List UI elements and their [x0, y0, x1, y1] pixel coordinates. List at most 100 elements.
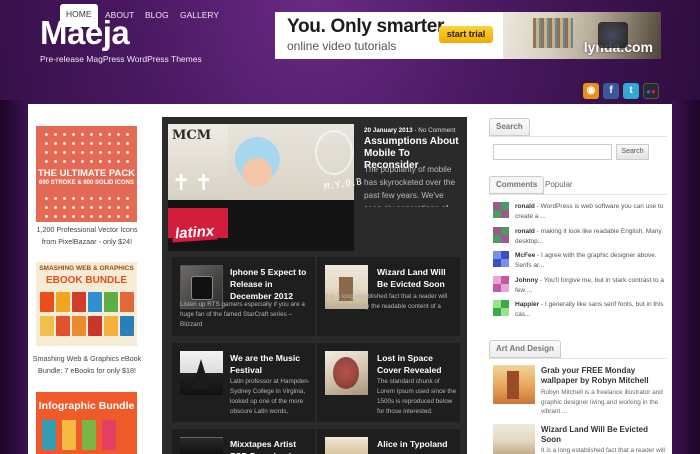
post-excerpt: It is a long established fact that a rea… — [325, 293, 448, 310]
featured-image-decoration — [315, 130, 353, 175]
site-tagline: Pre-release MagPress WordPress Themes — [40, 54, 202, 64]
comment-text: - making it look like readable English. … — [515, 228, 662, 245]
icon-pack-ad[interactable]: THE ULTIMATE PACK 600 STROKE & 600 SOLID… — [36, 126, 137, 222]
book-cover — [88, 316, 102, 336]
search-input[interactable] — [493, 144, 612, 160]
flickr-icon[interactable]: ●● — [643, 83, 659, 99]
comment-author[interactable]: ronald — [515, 228, 535, 235]
post-title[interactable]: Wizard Land Will Be Evicted Soon — [377, 266, 452, 290]
avatar — [493, 227, 509, 243]
comment-author[interactable]: Johnny — [515, 277, 538, 284]
comment-text: - I agree with the graphic designer abov… — [515, 252, 657, 269]
tab-popular[interactable]: Popular — [545, 180, 573, 189]
post-title[interactable]: We are the Music Festival — [230, 352, 310, 376]
comment-author[interactable]: McFee — [515, 252, 535, 259]
rss-icon[interactable]: ◉ — [583, 83, 599, 99]
book-cover — [104, 316, 118, 336]
post-title[interactable]: Mixxtapes Artist PSD Download — [230, 438, 310, 454]
book-cover — [88, 292, 102, 312]
planet-graphic — [333, 357, 359, 389]
nav-home[interactable]: HOME — [60, 4, 98, 27]
comment-item[interactable]: Johnny - You'll forgive me, but in stark… — [515, 276, 665, 296]
book-cover — [56, 292, 70, 312]
post-excerpt: Listen up RTS gamers especially if you a… — [180, 301, 305, 328]
art-post-title[interactable]: Wizard Land Will Be Evicted Soon — [541, 425, 666, 445]
post-excerpt: The standard chunk of Lorem Ipsum used s… — [377, 378, 457, 415]
comment-item[interactable]: ronald - making it look like readable En… — [515, 227, 665, 247]
post-title[interactable]: Alice in Typoland — [377, 438, 457, 454]
figure-graphic — [192, 359, 210, 389]
art-post-title[interactable]: Grab your FREE Monday wallpaper by Robyn… — [541, 366, 666, 386]
featured-image-text: MCM — [172, 128, 212, 143]
icon-pack-title: THE ULTIMATE PACK — [37, 168, 136, 179]
header-ad-banner[interactable]: You. Only smarter. online video tutorial… — [275, 12, 661, 59]
art-post-excerpt: It is a long established fact that a rea… — [541, 447, 665, 454]
post-title[interactable]: Iphone 5 Expect to Release in December 2… — [230, 266, 310, 302]
icon-grid-graphic — [42, 130, 131, 166]
comment-item[interactable]: Happier - I generally like sans serif fo… — [515, 300, 665, 320]
comment-author[interactable]: Happier — [515, 301, 539, 308]
comment-item[interactable]: McFee - I agree with the graphic designe… — [515, 251, 665, 271]
ebook-ad-line1: SMASHING WEB & GRAPHICS — [39, 265, 134, 272]
icon-grid-graphic — [42, 194, 131, 220]
ad-subline: online video tutorials — [287, 39, 397, 53]
right-edge-shade — [672, 100, 700, 454]
post-thumbnail[interactable] — [325, 437, 368, 454]
featured-image-text: ✝✝ — [172, 170, 217, 195]
facebook-icon[interactable]: f — [603, 83, 619, 99]
start-trial-button[interactable]: start trial — [439, 26, 493, 43]
comment-text: - You'll forgive me, but in stark contra… — [515, 277, 665, 294]
comment-item[interactable]: ronald - WordPress is web software you c… — [515, 202, 665, 222]
left-edge-shade — [0, 100, 28, 454]
book-cover — [72, 292, 86, 312]
twitter-icon[interactable]: t — [623, 83, 639, 99]
book-cover — [40, 292, 54, 312]
nav-about[interactable]: ABOUT — [99, 5, 140, 26]
tower-graphic — [507, 371, 519, 399]
ad-image: lynda.com — [503, 12, 661, 59]
nav-gallery[interactable]: GALLERY — [174, 5, 225, 26]
divider — [489, 194, 667, 195]
post-thumbnail[interactable] — [180, 437, 223, 454]
main-nav — [28, 78, 672, 104]
phone-graphic — [191, 276, 213, 300]
avatar — [493, 276, 509, 292]
avatar — [493, 202, 509, 218]
post-title[interactable]: Lost in Space Cover Revealed — [377, 352, 452, 376]
icon-pack-caption[interactable]: 1,200 Professional Vector Icons from Pix… — [30, 224, 144, 248]
post-thumbnail[interactable] — [180, 351, 223, 395]
featured-post-comments[interactable]: No Comment — [418, 127, 455, 134]
featured-post-meta: 20 January 2013 - No Comment — [364, 127, 456, 134]
ad-brand-logo: lynda.com — [583, 39, 653, 55]
featured-post-date: 20 January 2013 — [364, 127, 413, 134]
icon-pack-subtitle: 600 STROKE & 600 SOLID ICONS — [38, 180, 135, 186]
art-design-heading: Art And Design — [489, 340, 561, 358]
divider — [489, 358, 667, 359]
book-cover — [104, 292, 118, 312]
divider — [489, 136, 667, 137]
comment-author[interactable]: ronald — [515, 203, 535, 210]
book-cover — [120, 292, 134, 312]
avatar — [493, 251, 509, 267]
post-thumbnail[interactable] — [493, 424, 535, 454]
book-cover — [72, 316, 86, 336]
ebook-ad-line2: EBOOK BUNDLE — [45, 275, 128, 286]
ad-headline: You. Only smarter. — [287, 16, 449, 37]
tab-comments[interactable]: Comments — [489, 176, 545, 194]
avatar — [493, 300, 509, 316]
ebook-bundle-caption[interactable]: Smashing Web & Graphics eBook Bundle: 7 … — [30, 353, 144, 377]
book-cover — [56, 316, 70, 336]
book-cover — [40, 316, 54, 336]
infographic-graphic — [42, 420, 132, 450]
book-cover — [120, 316, 134, 336]
infographic-ad-title: Infographic Bundle — [38, 400, 135, 412]
ebook-bundle-ad[interactable]: SMASHING WEB & GRAPHICS EBOOK BUNDLE — [36, 262, 137, 346]
post-thumbnail[interactable] — [325, 351, 368, 395]
comment-text: - WordPress is web software you can use … — [515, 203, 664, 220]
search-button[interactable]: Search — [616, 144, 649, 160]
art-post-excerpt: Robyn Mitchell is a freelance illustrato… — [541, 389, 663, 415]
search-heading: Search — [489, 118, 530, 136]
nav-blog[interactable]: BLOG — [139, 5, 175, 26]
post-thumbnail[interactable] — [493, 365, 535, 404]
infographic-bundle-ad[interactable]: Infographic Bundle — [36, 392, 137, 454]
